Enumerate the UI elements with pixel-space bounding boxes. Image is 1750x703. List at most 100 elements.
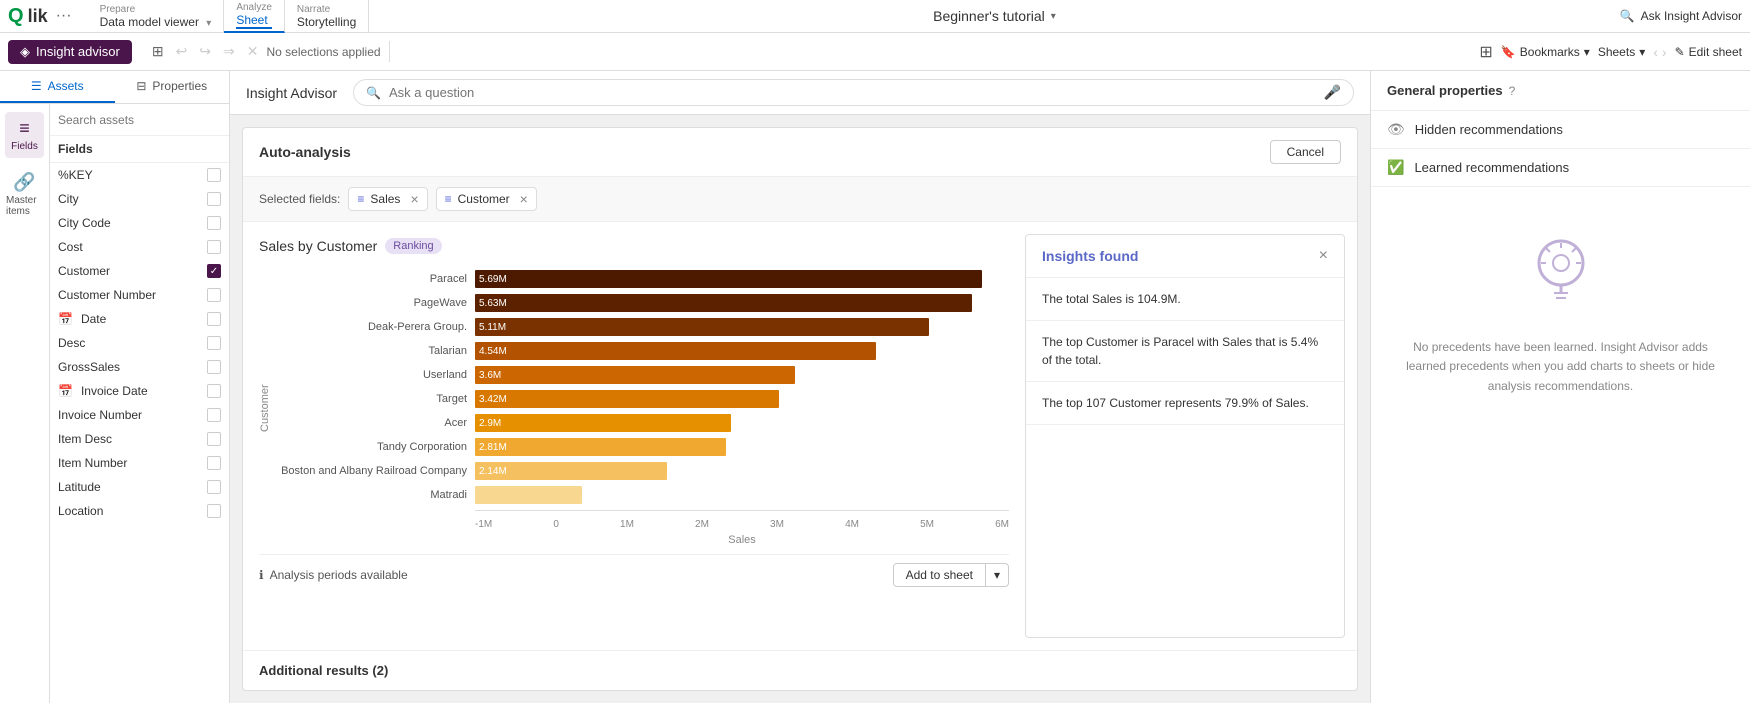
- sales-chip-close[interactable]: ×: [410, 191, 418, 207]
- fields-symbol: ≡: [19, 118, 30, 139]
- field-item-city[interactable]: City: [50, 187, 229, 211]
- field-item-customer[interactable]: Customer ✓: [50, 259, 229, 283]
- narrate-label: Narrate: [297, 4, 356, 15]
- field-checkbox[interactable]: [207, 240, 221, 254]
- additional-results-title: Additional results (2): [259, 663, 388, 678]
- field-checkbox[interactable]: [207, 384, 221, 398]
- insight-advisor-button[interactable]: ◈ Insight advisor: [8, 40, 132, 64]
- field-checkbox[interactable]: [207, 336, 221, 350]
- bar-fill: 5.63M: [475, 294, 972, 312]
- cancel-button[interactable]: Cancel: [1270, 140, 1341, 164]
- learned-icon: ✅: [1387, 159, 1404, 176]
- left-panel: ☰ Assets ⊟ Properties ≡ Fields 🔗 Master …: [0, 71, 230, 703]
- bar-row: Userland 3.6M: [275, 366, 1009, 384]
- field-checkbox[interactable]: [207, 456, 221, 470]
- field-item-latitude[interactable]: Latitude: [50, 475, 229, 499]
- right-panel-title: General properties: [1387, 83, 1503, 98]
- field-checkbox[interactable]: [207, 360, 221, 374]
- add-to-sheet-button[interactable]: Add to sheet ▾: [893, 563, 1009, 587]
- assets-tab[interactable]: ☰ Assets: [0, 71, 115, 103]
- field-checkbox[interactable]: [207, 216, 221, 230]
- fields-container: %KEY City City Code Cost Customer ✓ Cust…: [50, 163, 229, 523]
- field-item-item-desc[interactable]: Item Desc: [50, 427, 229, 451]
- help-icon[interactable]: ?: [1509, 84, 1516, 98]
- field-name: City: [58, 192, 199, 206]
- assets-tab-icon: ☰: [31, 79, 42, 93]
- field-item-invoice-number[interactable]: Invoice Number: [50, 403, 229, 427]
- field-checkbox[interactable]: [207, 408, 221, 422]
- right-panel-header: General properties ?: [1371, 71, 1750, 111]
- search-icon: 🔍: [1620, 9, 1635, 23]
- field-checkbox[interactable]: [207, 288, 221, 302]
- insights-items: The total Sales is 104.9M.The top Custom…: [1026, 278, 1344, 425]
- field-item-location[interactable]: Location: [50, 499, 229, 523]
- field-name: Item Desc: [58, 432, 199, 446]
- selection-back-button[interactable]: ⊞: [148, 41, 168, 62]
- prepare-section[interactable]: Prepare Data model viewer ▾: [88, 0, 225, 33]
- prepare-arrow: ▾: [206, 18, 211, 29]
- selected-fields-label: Selected fields:: [259, 192, 340, 206]
- field-item-city-code[interactable]: City Code: [50, 211, 229, 235]
- field-checkbox[interactable]: [207, 504, 221, 518]
- ask-question-input[interactable]: [389, 85, 1316, 100]
- center-title: Beginner's tutorial ▾: [369, 8, 1619, 24]
- sheets-button[interactable]: Sheets ▾: [1598, 45, 1645, 59]
- properties-tab[interactable]: ⊟ Properties: [115, 71, 230, 103]
- field-name: Customer Number: [58, 288, 199, 302]
- hidden-label: Hidden recommendations: [1415, 122, 1563, 137]
- insight-header: Insight Advisor 🔍 🎤: [230, 71, 1370, 115]
- field-item-cost[interactable]: Cost: [50, 235, 229, 259]
- field-checkbox[interactable]: [207, 432, 221, 446]
- bar-fill: 5.69M: [475, 270, 982, 288]
- field-checkbox[interactable]: [207, 168, 221, 182]
- bar-row: Deak-Perera Group. 5.11M: [275, 318, 1009, 336]
- field-item-date[interactable]: 📅 Date: [50, 307, 229, 331]
- chart-title: Sales by Customer: [259, 238, 377, 254]
- prev-sheet-button[interactable]: ‹: [1653, 44, 1658, 60]
- bar-fill: 2.81M: [475, 438, 726, 456]
- next-sheet-button[interactable]: ›: [1662, 44, 1667, 60]
- field-item-invoice-date[interactable]: 📅 Invoice Date: [50, 379, 229, 403]
- field-item-grosssales[interactable]: GrossSales: [50, 355, 229, 379]
- prepare-title: Data model viewer ▾: [100, 15, 212, 29]
- analyze-section[interactable]: Analyze Sheet: [224, 0, 285, 33]
- chart-footer: ℹ Analysis periods available Add to shee…: [259, 554, 1009, 595]
- bookmarks-button[interactable]: 🔖 Bookmarks ▾: [1501, 45, 1590, 59]
- field-item-customer-number[interactable]: Customer Number: [50, 283, 229, 307]
- bar-label: Userland: [275, 369, 475, 381]
- clear-button[interactable]: ✕: [243, 41, 263, 62]
- field-checkbox[interactable]: [207, 480, 221, 494]
- edit-sheet-button[interactable]: ✎ Edit sheet: [1675, 45, 1742, 59]
- right-panel-item-learned[interactable]: ✅ Learned recommendations: [1371, 149, 1750, 187]
- search-assets[interactable]: [50, 104, 229, 136]
- right-panel-items: 👁 Hidden recommendations ✅ Learned recom…: [1371, 111, 1750, 187]
- undo-button[interactable]: ↩: [172, 41, 192, 62]
- field-name: Date: [81, 312, 199, 326]
- field-item-item-number[interactable]: Item Number: [50, 451, 229, 475]
- fields-icon[interactable]: ≡ Fields: [5, 112, 44, 158]
- redo-button[interactable]: ↪: [195, 41, 215, 62]
- mic-icon[interactable]: 🎤: [1324, 84, 1341, 101]
- bar-container: 3.6M: [475, 366, 1009, 384]
- customer-chip-close[interactable]: ×: [520, 191, 528, 207]
- center-dropdown-arrow[interactable]: ▾: [1051, 11, 1056, 22]
- bar-container: [475, 486, 1009, 504]
- field-checkbox[interactable]: [207, 192, 221, 206]
- insight-search[interactable]: 🔍 🎤: [353, 79, 1354, 106]
- narrate-section[interactable]: Narrate Storytelling: [285, 0, 369, 33]
- more-options-button[interactable]: ···: [56, 7, 72, 25]
- field-checkbox[interactable]: ✓: [207, 264, 221, 278]
- master-items-icon[interactable]: 🔗 Master items: [0, 166, 49, 223]
- field-item-%key[interactable]: %KEY: [50, 163, 229, 187]
- field-checkbox[interactable]: [207, 312, 221, 326]
- search-assets-input[interactable]: [58, 113, 221, 127]
- insights-close-button[interactable]: ×: [1319, 247, 1328, 265]
- forward-button[interactable]: ⇒: [219, 41, 239, 62]
- bar-fill: [475, 486, 582, 504]
- field-item-desc[interactable]: Desc: [50, 331, 229, 355]
- add-to-sheet-dropdown-arrow[interactable]: ▾: [986, 564, 1008, 586]
- ask-advisor-button[interactable]: 🔍 Ask Insight Advisor: [1620, 9, 1742, 23]
- add-to-sheet-label[interactable]: Add to sheet: [894, 564, 986, 586]
- right-panel-item-hidden[interactable]: 👁 Hidden recommendations: [1371, 111, 1750, 149]
- bar-row: Matradi: [275, 486, 1009, 504]
